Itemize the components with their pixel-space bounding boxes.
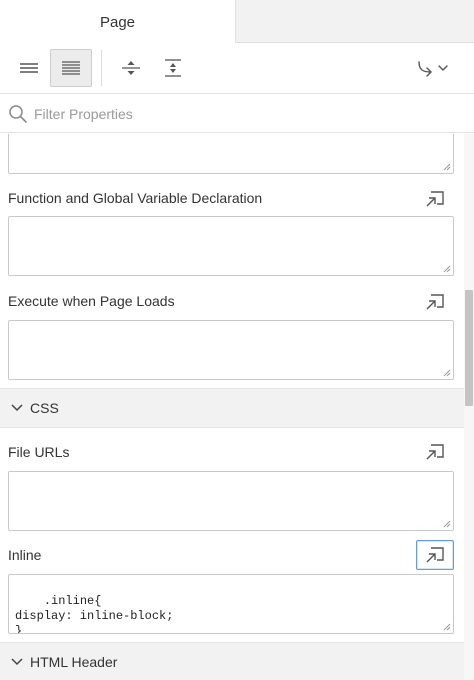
file-urls-textarea[interactable] — [8, 471, 454, 531]
page-load-label: Execute when Page Loads — [8, 293, 175, 309]
page-load-textarea[interactable] — [8, 320, 454, 380]
previous-property-textarea[interactable] — [8, 134, 454, 174]
scrollbar-track[interactable] — [464, 134, 474, 680]
property-editor: Function and Global Variable Declaration… — [0, 134, 464, 680]
tab-page[interactable]: Page — [0, 0, 235, 44]
inline-label: Inline — [8, 547, 42, 563]
fn-decl-label: Function and Global Variable Declaration — [8, 190, 263, 206]
expand-all-button[interactable] — [152, 49, 194, 87]
resize-grip-icon — [443, 163, 451, 171]
go-to-group-icon — [418, 61, 448, 77]
open-editor-icon — [426, 294, 444, 310]
expand-all-icon — [165, 59, 181, 77]
go-to-group-button[interactable] — [410, 49, 458, 87]
expanded-view-button[interactable] — [50, 49, 92, 87]
open-editor-icon — [426, 191, 444, 207]
compact-view-button[interactable] — [8, 49, 50, 87]
filter-bar — [0, 95, 474, 133]
css-section-header[interactable]: CSS — [0, 388, 464, 428]
collapse-all-icon — [122, 61, 140, 75]
filter-properties-input[interactable] — [34, 101, 454, 127]
toolbar-separator — [101, 50, 102, 86]
html-header-section-title: HTML Header — [30, 654, 118, 670]
scrollbar-thumb[interactable] — [465, 290, 473, 406]
resize-grip-icon — [443, 623, 451, 631]
resize-grip-icon — [443, 369, 451, 377]
html-header-section-header[interactable]: HTML Header — [0, 642, 464, 680]
resize-grip-icon — [443, 265, 451, 273]
collapse-all-button[interactable] — [110, 49, 152, 87]
inline-expand-button[interactable] — [416, 540, 454, 570]
css-section-title: CSS — [30, 400, 59, 416]
toolbar — [0, 44, 474, 94]
fn-decl-expand-button[interactable] — [416, 184, 454, 214]
fn-decl-textarea[interactable] — [8, 216, 454, 276]
tab-bar: Page — [0, 0, 474, 44]
inline-css-value: .inline{ display: inline-block; } — [15, 594, 174, 634]
file-urls-expand-button[interactable] — [416, 437, 454, 467]
chevron-down-icon — [11, 404, 23, 412]
inline-css-textarea[interactable]: .inline{ display: inline-block; } — [8, 574, 454, 634]
open-editor-icon — [426, 547, 444, 563]
resize-grip-icon — [443, 520, 451, 528]
list-compact-icon — [20, 63, 38, 73]
list-expanded-icon — [62, 61, 80, 75]
search-icon — [9, 105, 27, 123]
chevron-down-icon — [11, 658, 23, 666]
page-load-expand-button[interactable] — [416, 287, 454, 317]
open-editor-icon — [426, 444, 444, 460]
tab-empty[interactable] — [235, 0, 474, 43]
file-urls-label: File URLs — [8, 444, 70, 460]
